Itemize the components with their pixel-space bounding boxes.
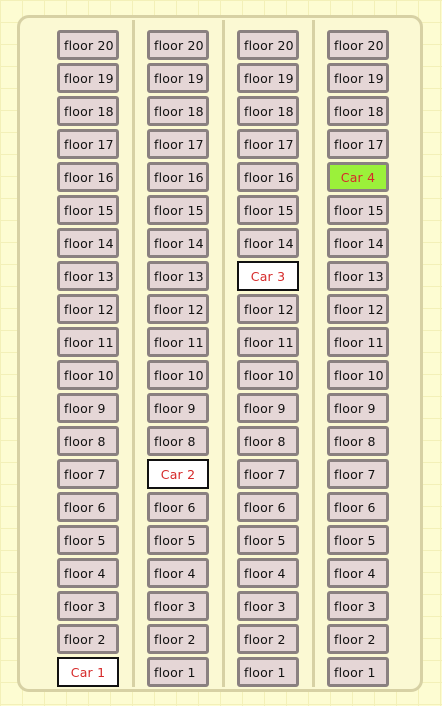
floor-5-button[interactable]: floor 5 — [327, 525, 389, 555]
floor-3-button[interactable]: floor 3 — [57, 591, 119, 621]
floor-18-button[interactable]: floor 18 — [237, 96, 299, 126]
floor-17-button[interactable]: floor 17 — [147, 129, 209, 159]
floor-8-button[interactable]: floor 8 — [147, 426, 209, 456]
floor-2-button[interactable]: floor 2 — [147, 624, 209, 654]
floor-18-button[interactable]: floor 18 — [327, 96, 389, 126]
elevator-column-3: floor 20 floor 19 floor 18 floor 17 floor 16… — [237, 30, 299, 690]
car-1-indicator[interactable]: Car 1 — [57, 657, 119, 687]
floor-20-button[interactable]: floor 20 — [327, 30, 389, 60]
floor-15-button[interactable]: floor 15 — [147, 195, 209, 225]
elevator-column-2: floor 20 floor 19 floor 18 floor 17 floor 16… — [147, 30, 209, 690]
floor-8-button[interactable]: floor 8 — [237, 426, 299, 456]
floor-6-button[interactable]: floor 6 — [237, 492, 299, 522]
floor-5-button[interactable]: floor 5 — [237, 525, 299, 555]
floor-7-button[interactable]: floor 7 — [237, 459, 299, 489]
floor-1-button[interactable]: floor 1 — [237, 657, 299, 687]
floor-9-button[interactable]: floor 9 — [237, 393, 299, 423]
floor-9-button[interactable]: floor 9 — [57, 393, 119, 423]
floor-8-button[interactable]: floor 8 — [327, 426, 389, 456]
floor-15-button[interactable]: floor 15 — [57, 195, 119, 225]
floor-10-button[interactable]: floor 10 — [327, 360, 389, 390]
floor-3-button[interactable]: floor 3 — [237, 591, 299, 621]
floor-15-button[interactable]: floor 15 — [327, 195, 389, 225]
floor-17-button[interactable]: floor 17 — [327, 129, 389, 159]
floor-5-button[interactable]: floor 5 — [57, 525, 119, 555]
floor-12-button[interactable]: floor 12 — [147, 294, 209, 324]
floor-15-button[interactable]: floor 15 — [237, 195, 299, 225]
floor-3-button[interactable]: floor 3 — [147, 591, 209, 621]
floor-4-button[interactable]: floor 4 — [237, 558, 299, 588]
floor-14-button[interactable]: floor 14 — [327, 228, 389, 258]
floor-6-button[interactable]: floor 6 — [57, 492, 119, 522]
floor-18-button[interactable]: floor 18 — [57, 96, 119, 126]
floor-1-button[interactable]: floor 1 — [147, 657, 209, 687]
floor-14-button[interactable]: floor 14 — [147, 228, 209, 258]
elevator-panel: floor 20 floor 19 floor 18 floor 17 floor 16… — [17, 15, 423, 692]
floor-19-button[interactable]: floor 19 — [327, 63, 389, 93]
floor-17-button[interactable]: floor 17 — [57, 129, 119, 159]
floor-9-button[interactable]: floor 9 — [327, 393, 389, 423]
floor-10-button[interactable]: floor 10 — [237, 360, 299, 390]
floor-14-button[interactable]: floor 14 — [57, 228, 119, 258]
floor-19-button[interactable]: floor 19 — [237, 63, 299, 93]
floor-8-button[interactable]: floor 8 — [57, 426, 119, 456]
floor-16-button[interactable]: floor 16 — [147, 162, 209, 192]
car-2-indicator[interactable]: Car 2 — [147, 459, 209, 489]
floor-13-button[interactable]: floor 13 — [327, 261, 389, 291]
floor-3-button[interactable]: floor 3 — [327, 591, 389, 621]
floor-20-button[interactable]: floor 20 — [57, 30, 119, 60]
floor-11-button[interactable]: floor 11 — [57, 327, 119, 357]
floor-4-button[interactable]: floor 4 — [57, 558, 119, 588]
column-divider — [132, 20, 135, 687]
elevator-column-1: floor 20 floor 19 floor 18 floor 17 floor 16… — [57, 30, 119, 690]
column-divider — [312, 20, 315, 687]
floor-17-button[interactable]: floor 17 — [237, 129, 299, 159]
floor-18-button[interactable]: floor 18 — [147, 96, 209, 126]
floor-10-button[interactable]: floor 10 — [57, 360, 119, 390]
floor-1-button[interactable]: floor 1 — [327, 657, 389, 687]
car-3-indicator[interactable]: Car 3 — [237, 261, 299, 291]
floor-4-button[interactable]: floor 4 — [147, 558, 209, 588]
floor-2-button[interactable]: floor 2 — [57, 624, 119, 654]
floor-13-button[interactable]: floor 13 — [57, 261, 119, 291]
floor-12-button[interactable]: floor 12 — [57, 294, 119, 324]
floor-16-button[interactable]: floor 16 — [237, 162, 299, 192]
floor-19-button[interactable]: floor 19 — [57, 63, 119, 93]
floor-20-button[interactable]: floor 20 — [147, 30, 209, 60]
elevator-column-4: floor 20 floor 19 floor 18 floor 17 Car 4 flo… — [327, 30, 389, 690]
floor-7-button[interactable]: floor 7 — [57, 459, 119, 489]
floor-2-button[interactable]: floor 2 — [327, 624, 389, 654]
floor-14-button[interactable]: floor 14 — [237, 228, 299, 258]
floor-2-button[interactable]: floor 2 — [237, 624, 299, 654]
floor-16-button[interactable]: floor 16 — [57, 162, 119, 192]
floor-7-button[interactable]: floor 7 — [327, 459, 389, 489]
floor-5-button[interactable]: floor 5 — [147, 525, 209, 555]
floor-9-button[interactable]: floor 9 — [147, 393, 209, 423]
column-divider — [222, 20, 225, 687]
floor-11-button[interactable]: floor 11 — [237, 327, 299, 357]
floor-12-button[interactable]: floor 12 — [327, 294, 389, 324]
floor-11-button[interactable]: floor 11 — [147, 327, 209, 357]
floor-19-button[interactable]: floor 19 — [147, 63, 209, 93]
floor-6-button[interactable]: floor 6 — [147, 492, 209, 522]
floor-12-button[interactable]: floor 12 — [237, 294, 299, 324]
floor-6-button[interactable]: floor 6 — [327, 492, 389, 522]
floor-13-button[interactable]: floor 13 — [147, 261, 209, 291]
car-4-indicator[interactable]: Car 4 — [327, 162, 389, 192]
floor-11-button[interactable]: floor 11 — [327, 327, 389, 357]
floor-20-button[interactable]: floor 20 — [237, 30, 299, 60]
floor-4-button[interactable]: floor 4 — [327, 558, 389, 588]
floor-10-button[interactable]: floor 10 — [147, 360, 209, 390]
